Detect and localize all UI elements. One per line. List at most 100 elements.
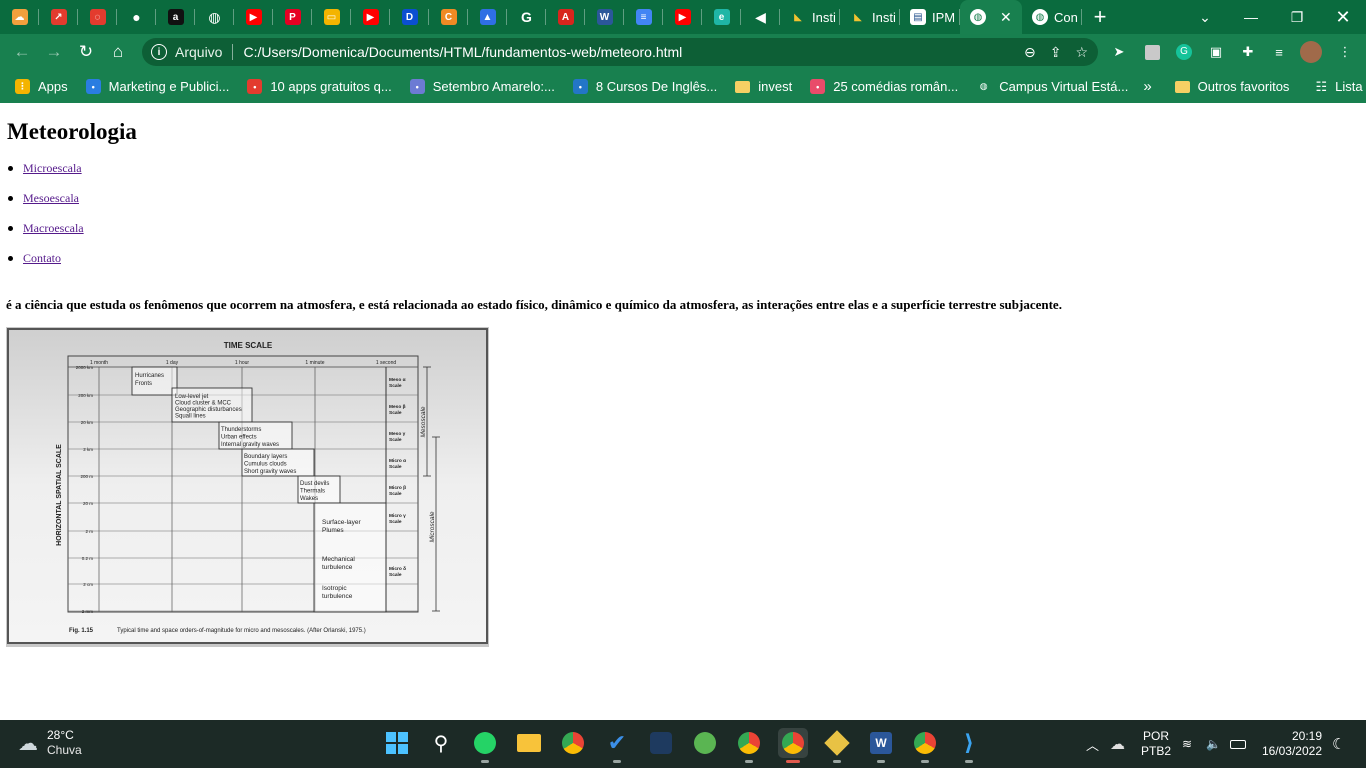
- bookmarks-bar: ⋮ Apps • Marketing e Publici... • 10 apps gra…: [0, 70, 1366, 103]
- pinned-tab[interactable]: ▶: [351, 0, 390, 34]
- google-drive-icon: ◣: [854, 11, 862, 23]
- battery-icon: [1230, 739, 1246, 749]
- bookmark-star-icon[interactable]: ☆: [1075, 44, 1088, 61]
- url-text[interactable]: C:/Users/Domenica/Documents/HTML/fundame…: [243, 44, 682, 60]
- rain-cloud-icon: ☁: [18, 732, 38, 755]
- minimize-button[interactable]: —: [1228, 0, 1274, 34]
- mesoscale-label: Mesoscale: [420, 406, 427, 437]
- pinned-tab[interactable]: e: [702, 0, 741, 34]
- pinned-tab[interactable]: ☁: [0, 0, 39, 34]
- back-button[interactable]: ←: [6, 36, 38, 68]
- bookmark-item[interactable]: • Setembro Amarelo:...: [401, 73, 564, 101]
- puzzle-icon[interactable]: ✚: [1237, 41, 1259, 63]
- cursor-extension-icon[interactable]: ➤: [1108, 41, 1130, 63]
- tab[interactable]: ▤ IPM: [900, 0, 960, 34]
- pinned-tab[interactable]: a: [156, 0, 195, 34]
- reload-button[interactable]: ↻: [70, 36, 102, 68]
- tab-search-icon[interactable]: ⌄: [1182, 0, 1228, 34]
- pinned-tab[interactable]: W: [585, 0, 624, 34]
- start-button[interactable]: [382, 728, 412, 758]
- taskbar-todo[interactable]: ✔: [602, 728, 632, 763]
- pinned-tab[interactable]: ≡: [624, 0, 663, 34]
- pinned-tab[interactable]: ◀: [741, 0, 780, 34]
- globe-icon: ◍: [208, 8, 221, 25]
- bookmark-item[interactable]: ◍ Campus Virtual Está...: [967, 73, 1137, 101]
- forward-button[interactable]: →: [38, 36, 70, 68]
- weather-condition: Chuva: [47, 743, 82, 757]
- tab[interactable]: ◣ Insti: [780, 0, 840, 34]
- new-tab-button[interactable]: +: [1082, 0, 1118, 34]
- home-button[interactable]: ⌂: [102, 36, 134, 68]
- bookmark-item[interactable]: invest: [726, 73, 801, 101]
- pinned-tab[interactable]: ◍: [195, 0, 234, 34]
- search-button[interactable]: ⚲: [426, 728, 456, 758]
- avatar[interactable]: [1300, 41, 1322, 63]
- taskbar-explorer[interactable]: [514, 728, 544, 758]
- reading-list-button[interactable]: ☷ Lista de leitura: [1306, 73, 1366, 101]
- info-icon[interactable]: i: [151, 44, 167, 60]
- pdf-extension-icon[interactable]: [1141, 41, 1163, 63]
- tab[interactable]: ◣ Insti: [840, 0, 900, 34]
- taskbar-whatsapp[interactable]: [470, 728, 500, 763]
- bookmark-item[interactable]: • Marketing e Publici...: [77, 73, 239, 101]
- clock[interactable]: 20:19 16/03/2022: [1262, 729, 1322, 759]
- space-tick-label: 2 cm: [83, 582, 93, 587]
- nav-link-microescala[interactable]: Microescala: [23, 161, 82, 175]
- pinned-tab[interactable]: ▶: [234, 0, 273, 34]
- address-bar[interactable]: i Arquivo C:/Users/Domenica/Documents/HT…: [142, 38, 1098, 66]
- taskbar-chrome-profile-1[interactable]: [734, 728, 764, 763]
- pinned-tab[interactable]: ▭: [312, 0, 351, 34]
- taskbar-gitkraken[interactable]: [822, 728, 852, 763]
- taskbar-chrome[interactable]: [558, 728, 588, 758]
- y-axis-label: HORIZONTAL SPATIAL SCALE: [56, 444, 63, 546]
- word-icon: W: [870, 732, 892, 754]
- taskbar-word[interactable]: W: [866, 728, 896, 763]
- menu-kebab-icon[interactable]: ⋮: [1334, 41, 1356, 63]
- pinned-tab[interactable]: A: [546, 0, 585, 34]
- pinned-tab[interactable]: C: [429, 0, 468, 34]
- weather-widget[interactable]: ☁ 28°C Chuva: [18, 728, 82, 758]
- pinned-tab[interactable]: ↗: [39, 0, 78, 34]
- nav-link-macroescala[interactable]: Macroescala: [23, 221, 84, 235]
- pinned-tab[interactable]: ◌: [78, 0, 117, 34]
- close-window-button[interactable]: ✕: [1320, 0, 1366, 34]
- restore-button[interactable]: ❐: [1274, 0, 1320, 34]
- nav-link-mesoescala[interactable]: Mesoescala: [23, 191, 79, 205]
- taskbar-chrome-profile-2[interactable]: [778, 728, 808, 763]
- pinned-tab[interactable]: P: [273, 0, 312, 34]
- pinned-tab[interactable]: D: [390, 0, 429, 34]
- share-icon[interactable]: ⇪: [1050, 44, 1062, 61]
- phenomenon-label: turbulence: [322, 593, 353, 600]
- bookmark-item[interactable]: • 25 comédias român...: [801, 73, 967, 101]
- nav-link-contato[interactable]: Contato: [23, 251, 61, 265]
- zoom-icon[interactable]: ⊖: [1024, 44, 1036, 61]
- battery-button[interactable]: [1230, 720, 1246, 768]
- media-control-icon[interactable]: ≡: [1268, 41, 1290, 63]
- taskbar-vscode[interactable]: ⟩: [954, 728, 984, 763]
- pinned-tab[interactable]: ▶: [663, 0, 702, 34]
- bookmark-item[interactable]: ⋮ Apps: [6, 73, 77, 101]
- taskbar-chrome-profile-3[interactable]: [910, 728, 940, 763]
- show-hidden-icons-button[interactable]: ︿: [1086, 720, 1099, 768]
- orange-c-icon: C: [440, 9, 457, 25]
- pinned-tab[interactable]: ▲: [468, 0, 507, 34]
- bookmark-item[interactable]: • 8 Cursos De Inglês...: [564, 73, 726, 101]
- grammarly-icon[interactable]: G: [1173, 41, 1195, 63]
- extension-icon[interactable]: ▣: [1205, 41, 1227, 63]
- notifications-button[interactable]: ☾: [1332, 720, 1345, 768]
- close-icon[interactable]: ✕: [1000, 9, 1012, 26]
- bookmark-item[interactable]: • 10 apps gratuitos q...: [238, 73, 400, 101]
- nav-item: Macroescala: [8, 221, 84, 251]
- pinned-tab[interactable]: G: [507, 0, 546, 34]
- onedrive-status[interactable]: ☁: [1110, 720, 1125, 768]
- bookmarks-overflow-button[interactable]: »: [1137, 73, 1157, 101]
- other-favorites-folder[interactable]: Outros favoritos: [1166, 73, 1299, 101]
- active-tab[interactable]: ◍ ✕: [960, 0, 1022, 34]
- network-button[interactable]: ≋: [1182, 720, 1192, 768]
- volume-button[interactable]: 🔈: [1206, 720, 1221, 768]
- tab-last[interactable]: ◍ Con: [1022, 0, 1082, 34]
- taskbar-green-app[interactable]: [690, 728, 720, 758]
- language-indicator[interactable]: POR PTB2: [1141, 720, 1171, 768]
- taskbar-git[interactable]: [646, 728, 676, 758]
- pinned-tab[interactable]: ●: [117, 0, 156, 34]
